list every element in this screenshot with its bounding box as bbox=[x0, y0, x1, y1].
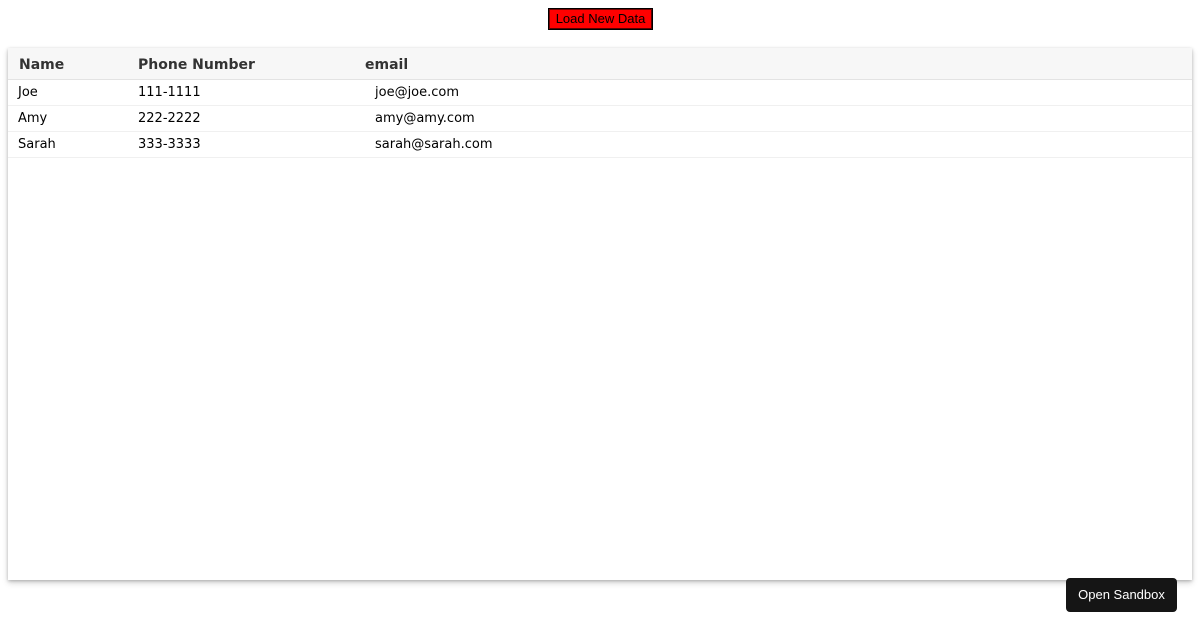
cell-phone-number: 111-1111 bbox=[138, 85, 201, 100]
column-header-phone-number[interactable]: Phone Number bbox=[138, 48, 255, 79]
cell-email: amy@amy.com bbox=[375, 111, 475, 126]
open-sandbox-button[interactable]: Open Sandbox bbox=[1066, 578, 1177, 612]
cell-email: joe@joe.com bbox=[375, 85, 460, 100]
column-header-email[interactable]: email bbox=[365, 48, 408, 79]
table-row[interactable]: Sarah 333-3333 sarah@sarah.com bbox=[8, 132, 1192, 158]
load-new-data-button[interactable]: Load New Data bbox=[548, 8, 653, 30]
page: Load New Data Name Phone Number email Jo… bbox=[0, 0, 1200, 630]
cell-phone-number: 222-2222 bbox=[138, 111, 201, 126]
table-row[interactable]: Amy 222-2222 amy@amy.com bbox=[8, 106, 1192, 132]
cell-name: Joe bbox=[18, 85, 38, 100]
table-row[interactable]: Joe 111-1111 joe@joe.com bbox=[8, 80, 1192, 106]
cell-name: Amy bbox=[18, 111, 48, 126]
data-grid: Name Phone Number email Joe 111-1111 joe… bbox=[8, 48, 1192, 580]
grid-header: Name Phone Number email bbox=[8, 48, 1192, 80]
cell-phone-number: 333-3333 bbox=[138, 137, 201, 152]
column-header-name[interactable]: Name bbox=[19, 48, 64, 79]
cell-name: Sarah bbox=[18, 137, 56, 152]
cell-email: sarah@sarah.com bbox=[375, 137, 493, 152]
